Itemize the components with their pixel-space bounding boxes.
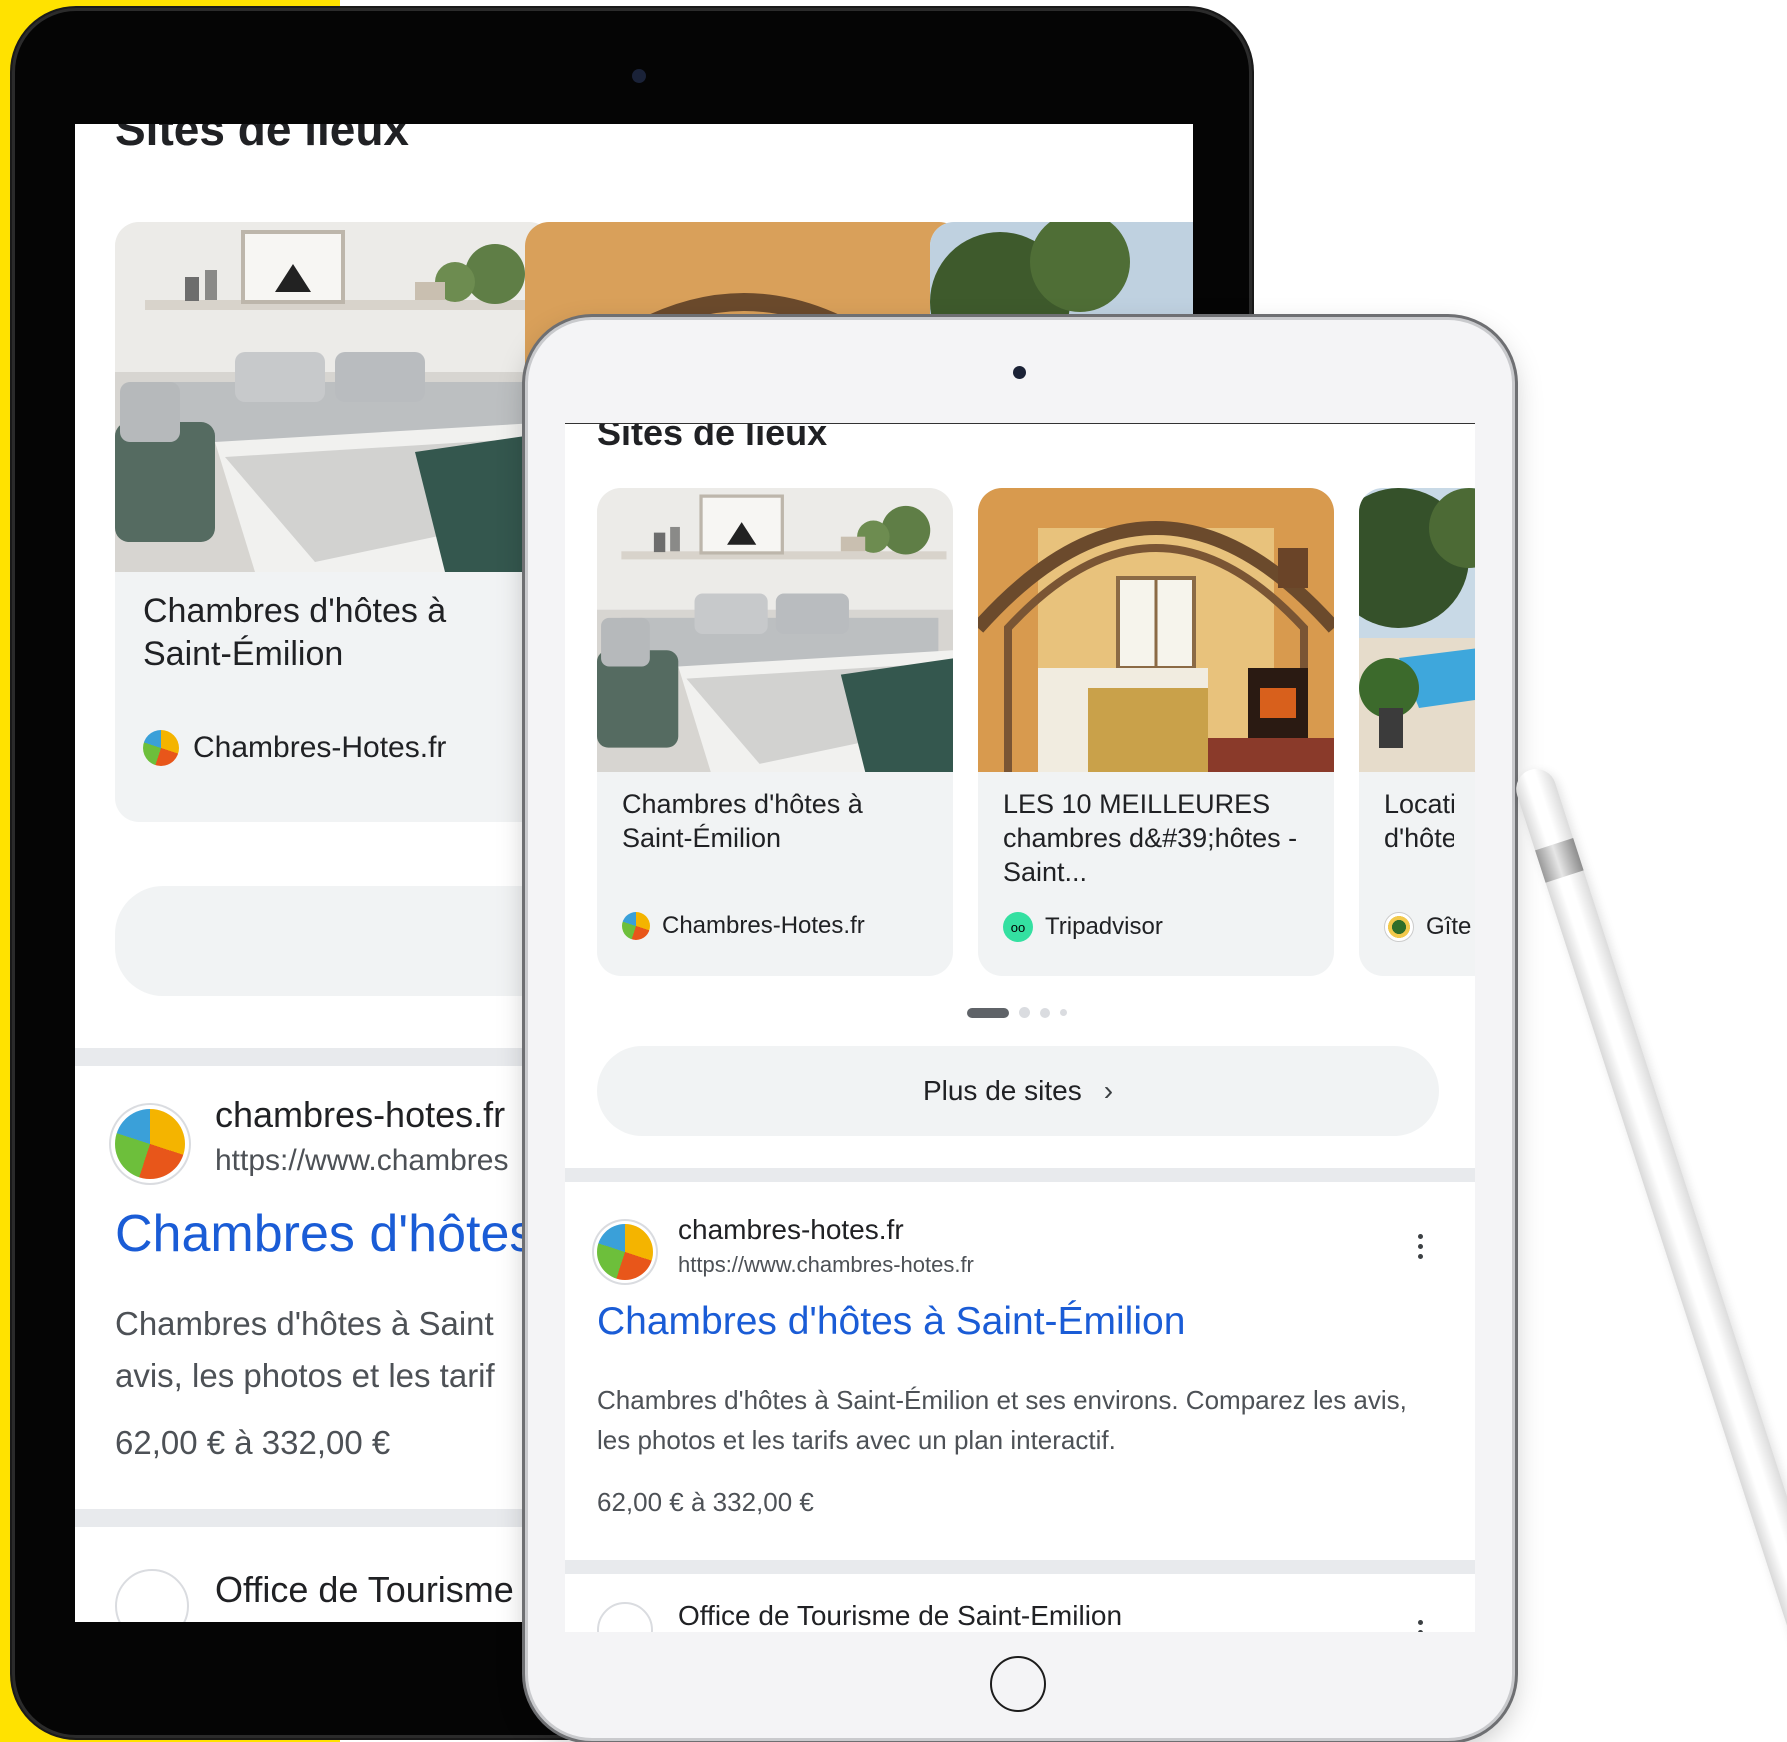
stylus-pencil bbox=[1510, 763, 1787, 1690]
section-title: Sites de lieux bbox=[115, 124, 410, 155]
result-price-range: 62,00 € à 332,00 € bbox=[597, 1487, 814, 1517]
more-options-icon[interactable] bbox=[1418, 1620, 1423, 1632]
more-sites-label: Plus de sites bbox=[922, 1075, 1082, 1106]
chevron-right-icon: › bbox=[1103, 1075, 1114, 1106]
card-source-name: Gîte bbox=[1426, 913, 1472, 940]
card-source: oo Tripadvisor bbox=[1003, 912, 1163, 942]
result-card[interactable]: Chambres d'hôtes à Saint-Émilion Chambre… bbox=[115, 222, 553, 822]
card-title: LES 10 MEILLEURES chambres d&#39;hôtes -… bbox=[1003, 789, 1298, 887]
section-title: Sites de lieux bbox=[597, 423, 828, 453]
card-source: Chambres-Hotes.fr bbox=[143, 730, 446, 766]
garden-pool-photo bbox=[1359, 488, 1475, 772]
gites-favicon bbox=[1384, 912, 1414, 942]
stylus-band bbox=[1535, 838, 1584, 883]
back-camera bbox=[632, 69, 646, 83]
result-snippet: Chambres d'hôtes à Saint-Émilion et ses … bbox=[597, 1385, 1407, 1456]
result-card[interactable]: Locati d'hôte: Gîte bbox=[1359, 488, 1475, 976]
home-button[interactable] bbox=[990, 1656, 1046, 1712]
result-price-range: 62,00 € à 332,00 € bbox=[115, 1424, 391, 1461]
result-site-name[interactable]: Office de Tourisme bbox=[215, 1569, 514, 1611]
more-sites-button[interactable]: Plus de sites › bbox=[597, 1046, 1439, 1136]
result-title-link[interactable]: Chambres d'hôtes bbox=[115, 1204, 535, 1264]
bedroom-photo bbox=[115, 222, 553, 572]
front-tablet-device: Sites de lieux Chambres d'hôtes à Saint-… bbox=[528, 320, 1512, 1738]
front-camera bbox=[1013, 366, 1026, 379]
chambres-hotes-favicon bbox=[115, 1109, 185, 1179]
result-url[interactable]: https://www.chambres-hotes.fr bbox=[678, 1252, 974, 1278]
card-source-name: Tripadvisor bbox=[1045, 913, 1163, 940]
more-options-icon[interactable] bbox=[1418, 1234, 1423, 1259]
section-divider bbox=[565, 1560, 1475, 1574]
result-url[interactable]: https://www.chambres bbox=[215, 1144, 508, 1178]
card-title: Locati d'hôte: bbox=[1384, 789, 1454, 853]
card-source: Gîte bbox=[1384, 912, 1471, 942]
carousel-dot[interactable] bbox=[1019, 1007, 1030, 1018]
front-tablet-screen: Sites de lieux Chambres d'hôtes à Saint-… bbox=[565, 423, 1475, 1632]
result-title-link[interactable]: Chambres d'hôtes à Saint-Émilion bbox=[597, 1300, 1185, 1344]
carousel-dot[interactable] bbox=[1060, 1009, 1067, 1016]
card-source: Chambres-Hotes.fr bbox=[622, 912, 865, 940]
bedroom-photo bbox=[597, 488, 953, 772]
result-site-name[interactable]: chambres-hotes.fr bbox=[215, 1094, 505, 1136]
card-title: Chambres d'hôtes à Saint-Émilion bbox=[143, 592, 447, 673]
chambres-hotes-favicon bbox=[622, 912, 650, 940]
tripadvisor-owl-icon: oo bbox=[1003, 912, 1033, 942]
result-card[interactable]: LES 10 MEILLEURES chambres d&#39;hôtes -… bbox=[978, 488, 1334, 976]
result-card[interactable]: Chambres d'hôtes à Saint-Émilion Chambre… bbox=[597, 488, 953, 976]
carousel-dot-active[interactable] bbox=[967, 1007, 1009, 1018]
canopy-bedroom-photo bbox=[978, 488, 1334, 772]
result-snippet-line: Chambres d'hôtes à Saint bbox=[115, 1305, 494, 1342]
carousel-dot[interactable] bbox=[1040, 1007, 1050, 1018]
carousel-indicator[interactable] bbox=[967, 1007, 1067, 1018]
tourism-office-favicon bbox=[597, 1602, 653, 1632]
result-site-name[interactable]: Office de Tourisme de Saint-Emilion bbox=[678, 1600, 1122, 1632]
card-source-name: Chambres-Hotes.fr bbox=[193, 731, 447, 764]
tourism-office-favicon bbox=[115, 1569, 189, 1622]
chambres-hotes-favicon bbox=[143, 730, 179, 766]
chambres-hotes-favicon bbox=[597, 1224, 653, 1280]
section-divider bbox=[565, 1168, 1475, 1182]
card-title: Chambres d'hôtes à Saint-Émilion bbox=[622, 789, 863, 853]
result-site-name[interactable]: chambres-hotes.fr bbox=[678, 1214, 904, 1246]
result-snippet-line: avis, les photos et les tarif bbox=[115, 1357, 495, 1394]
card-source-name: Chambres-Hotes.fr bbox=[662, 912, 865, 939]
